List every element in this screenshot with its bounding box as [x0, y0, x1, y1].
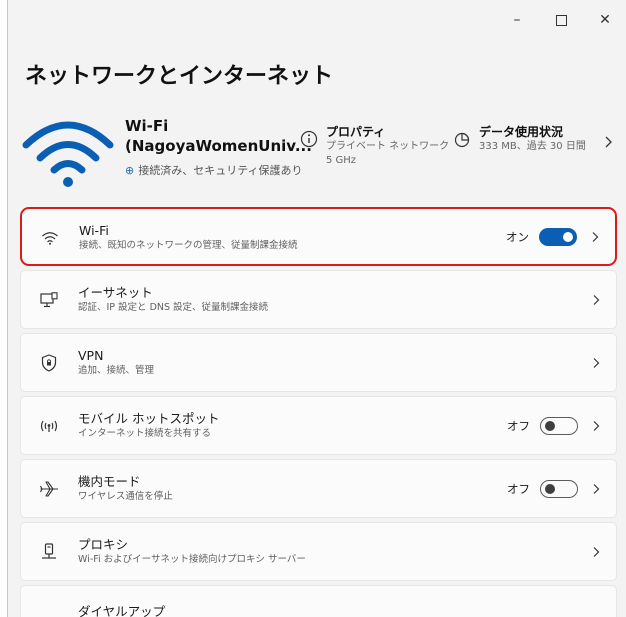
- properties-network-type: プライベート ネットワーク: [326, 141, 450, 152]
- card-title: イーサネット: [78, 285, 153, 300]
- data-usage-amount: 333 MB、過去 30 日間: [479, 141, 586, 152]
- card-title: 機内モード: [78, 474, 141, 489]
- card-title: プロキシ: [78, 537, 129, 552]
- wifi-signal-large-icon: [22, 121, 114, 187]
- vpn-setting-card[interactable]: VPN 追加、接続、管理: [20, 333, 617, 392]
- card-subtitle: 接続、既知のネットワークの管理、従量制課金接続: [79, 240, 298, 251]
- properties-band: 5 GHz: [326, 155, 357, 166]
- network-name: Wi-Fi (NagoyaWomenUniv...: [125, 116, 312, 156]
- wifi-setting-card[interactable]: Wi-Fi 接続、既知のネットワークの管理、従量制課金接続 オン: [20, 207, 617, 266]
- dialup-icon: [39, 612, 59, 617]
- card-subtitle: Wi-Fi およびイーサネット接続向けプロキシ サーバー: [78, 554, 306, 565]
- wifi-icon: [40, 228, 60, 248]
- airplane-mode-toggle[interactable]: [540, 479, 578, 498]
- properties-title: プロパティ: [326, 125, 386, 139]
- toggle-state-label: オン: [506, 229, 529, 244]
- connection-status-text: 接続済み、セキュリティ保護あり: [138, 164, 303, 177]
- close-button[interactable]: ✕: [583, 0, 626, 40]
- chevron-right-icon[interactable]: [603, 135, 613, 149]
- mobile-hotspot-toggle[interactable]: [540, 416, 578, 435]
- network-name-line2: (NagoyaWomenUniv...: [125, 137, 312, 155]
- settings-window: – ✕ ネットワークとインターネット Wi-Fi (NagoyaWomenUni…: [7, 0, 626, 617]
- proxy-icon: [39, 542, 59, 562]
- dialup-setting-card[interactable]: ダイヤルアップ: [20, 585, 617, 617]
- minimize-button[interactable]: –: [495, 0, 539, 40]
- chevron-right-icon: [588, 357, 604, 369]
- maximize-icon: [555, 14, 567, 26]
- airplane-mode-setting-card[interactable]: 機内モード ワイヤレス通信を停止 オフ: [20, 459, 617, 518]
- card-subtitle: 認証、IP 設定と DNS 設定、従量制課金接続: [78, 302, 269, 313]
- data-usage-icon: [454, 132, 470, 148]
- vpn-shield-icon: [39, 353, 59, 373]
- card-title: VPN: [78, 348, 104, 363]
- settings-list: Wi-Fi 接続、既知のネットワークの管理、従量制課金接続 オン イーサネット …: [20, 207, 617, 617]
- data-usage-title: データ使用状況: [479, 125, 564, 139]
- connection-hero: Wi-Fi (NagoyaWomenUniv... ⊕ 接続済み、セキュリティ保…: [8, 105, 626, 195]
- card-subtitle: 追加、接続、管理: [78, 365, 155, 376]
- chevron-right-icon: [587, 231, 603, 243]
- ethernet-icon: [39, 290, 59, 310]
- airplane-icon: [39, 479, 59, 499]
- mobile-hotspot-setting-card[interactable]: モバイル ホットスポット インターネット接続を共有する オフ: [20, 396, 617, 455]
- maximize-button[interactable]: [539, 0, 583, 40]
- wifi-toggle[interactable]: [539, 227, 577, 246]
- caption-bar: – ✕: [495, 0, 626, 40]
- card-subtitle: ワイヤレス通信を停止: [78, 491, 173, 502]
- network-name-line1: Wi-Fi: [125, 117, 169, 135]
- chevron-right-icon: [588, 294, 604, 306]
- data-usage-link[interactable]: データ使用状況 333 MB、過去 30 日間: [453, 124, 586, 154]
- mobile-hotspot-icon: [39, 416, 59, 436]
- toggle-state-label: オフ: [507, 481, 530, 496]
- card-title: Wi-Fi: [79, 223, 109, 238]
- card-title: モバイル ホットスポット: [78, 411, 220, 426]
- card-subtitle: インターネット接続を共有する: [78, 428, 212, 439]
- properties-link[interactable]: プロパティ プライベート ネットワーク 5 GHz: [300, 124, 449, 168]
- info-icon: [300, 130, 318, 148]
- ethernet-setting-card[interactable]: イーサネット 認証、IP 設定と DNS 設定、従量制課金接続: [20, 270, 617, 329]
- proxy-setting-card[interactable]: プロキシ Wi-Fi およびイーサネット接続向けプロキシ サーバー: [20, 522, 617, 581]
- chevron-right-icon: [588, 483, 604, 495]
- toggle-state-label: オフ: [507, 418, 530, 433]
- chevron-right-icon: [588, 546, 604, 558]
- chevron-right-icon: [588, 420, 604, 432]
- globe-icon: ⊕: [125, 163, 135, 177]
- connection-status: ⊕ 接続済み、セキュリティ保護あり: [125, 162, 303, 178]
- card-title: ダイヤルアップ: [78, 604, 166, 617]
- page-title: ネットワークとインターネット: [25, 64, 334, 89]
